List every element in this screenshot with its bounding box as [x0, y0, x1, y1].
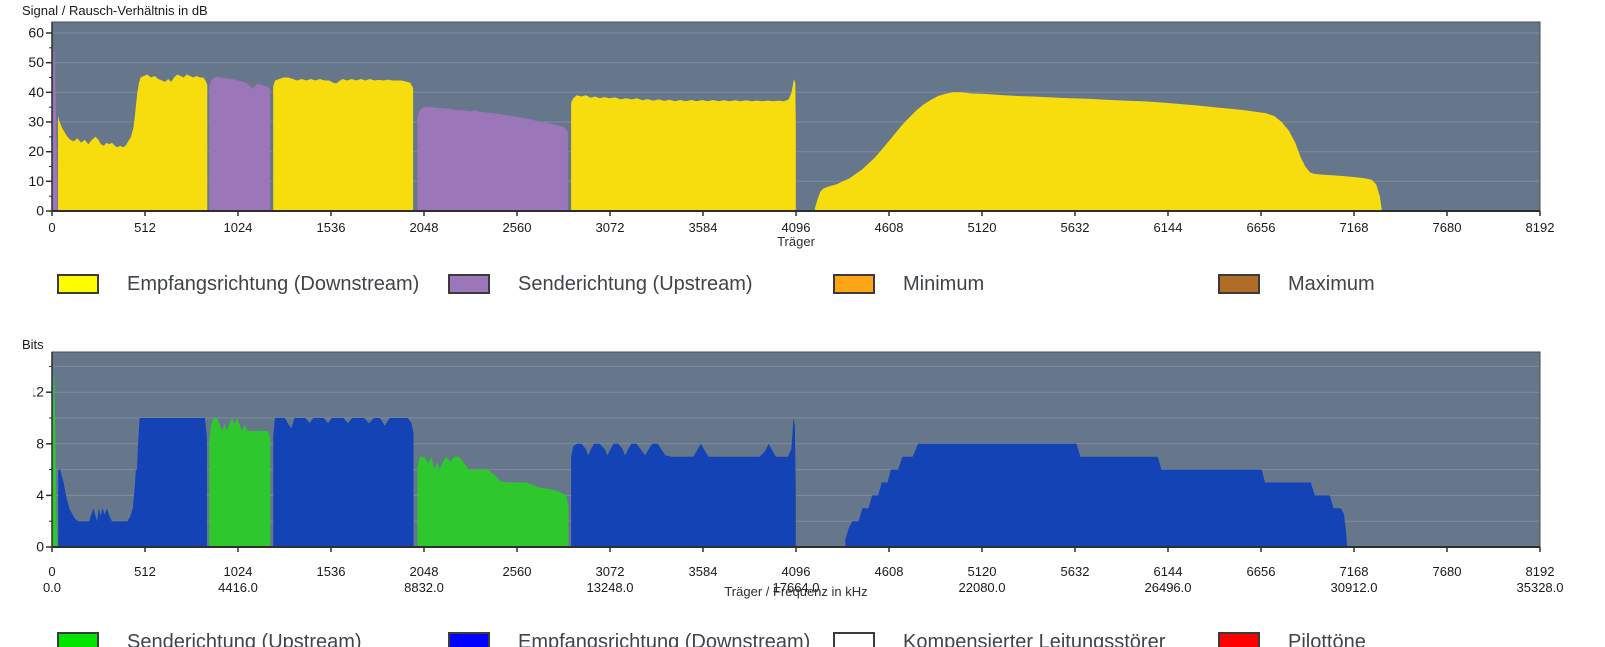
bits-freq-tick-label: 26496.0	[1145, 580, 1192, 595]
snr-x-tick-label: 6144	[1154, 220, 1183, 235]
bits-x-tick-label: 4096	[782, 564, 811, 579]
snr-empfangsrichtung-downstream-band-1	[273, 77, 414, 211]
dsl-spectrum-page: Signal / Rausch-Verhältnis in dB 0 512 102…	[0, 0, 1605, 647]
snr-y-tick-label: 0	[36, 203, 44, 219]
legend-item-maximum: Maximum	[1218, 272, 1375, 306]
bits-y-tick-label: 0	[36, 539, 44, 555]
bits-y-tick-label: 12	[28, 384, 44, 400]
bits-x-tick-label: 5632	[1061, 564, 1090, 579]
bits-x-tick-label: 4608	[875, 564, 904, 579]
bits-x-tick-label: 3072	[596, 564, 625, 579]
bits-freq-tick-label: 4416.0	[218, 580, 258, 595]
snr-x-tick-label: 3584	[689, 220, 718, 235]
snr-senderichtung-upstream-band-1	[209, 76, 270, 212]
legend-item-downstream-bits: Empfangsrichtung (Downstream)	[448, 630, 810, 647]
upstream-swatch	[448, 274, 490, 294]
snr-y-tick-label: 10	[28, 173, 44, 189]
bits-x-tick-label: 512	[134, 564, 156, 579]
legend-item-compensated-disturber: Kompensierter Leitungsstörer	[833, 630, 1165, 647]
snr-x-axis-title: Träger	[777, 234, 815, 249]
snr-legend: Empfangsrichtung (Downstream) Sendericht…	[0, 272, 1605, 306]
bits-freq-tick-label: 22080.0	[959, 580, 1006, 595]
legend-item-pilot-tones: Pilottöne	[1218, 630, 1366, 647]
bits-x-tick-label: 8192	[1526, 564, 1555, 579]
bits-x-tick-label: 2560	[503, 564, 532, 579]
snr-chart: 0 512 1024 1536 2048 2560 3072 3584 4096 4608 5120…	[28, 21, 1555, 249]
snr-x-tick-label: 7680	[1433, 220, 1462, 235]
snr-x-tick-label: 8192	[1526, 220, 1555, 235]
downstream-swatch	[57, 274, 99, 294]
legend-label: Senderichtung (Upstream)	[518, 273, 753, 295]
snr-y-tick-label: 40	[28, 84, 44, 100]
legend-item-upstream-bits: Senderichtung (Upstream)	[57, 630, 362, 647]
snr-x-tick-label: 2048	[410, 220, 439, 235]
bits-chart: 0 512 1024 1536 2048 2560 3072 3584 4096 4608 5120…	[28, 351, 1564, 599]
snr-x-tick-label: 1024	[224, 220, 253, 235]
compensated-disturber-swatch	[833, 632, 875, 647]
bits-x-tick-label: 7168	[1340, 564, 1369, 579]
snr-x-tick-label: 4608	[875, 220, 904, 235]
snr-x-tick-label: 0	[48, 220, 55, 235]
snr-x-tick-label: 5120	[968, 220, 997, 235]
snr-y-tick-label: 50	[28, 54, 44, 70]
bits-x-tick-label: 0	[48, 564, 55, 579]
maximum-swatch	[1218, 274, 1260, 294]
legend-item-minimum: Minimum	[833, 272, 984, 306]
snr-y-tick-label: 20	[28, 143, 44, 159]
snr-y-tick-label: 30	[28, 114, 44, 130]
bits-senderichtung-upstream-band-1	[209, 418, 271, 547]
bits-freq-tick-label: 13248.0	[587, 580, 634, 595]
bits-x-tick-label: 6144	[1154, 564, 1183, 579]
legend-label: Senderichtung (Upstream)	[127, 631, 362, 647]
legend-item-upstream-snr: Senderichtung (Upstream)	[448, 272, 753, 306]
bits-freq-tick-label: 8832.0	[404, 580, 444, 595]
snr-x-tick-label: 512	[134, 220, 156, 235]
snr-x-tick-label: 1536	[317, 220, 346, 235]
snr-x-tick-label: 3072	[596, 220, 625, 235]
bits-x-tick-label: 5120	[968, 564, 997, 579]
snr-x-tick-label: 7168	[1340, 220, 1369, 235]
snr-x-tick-label: 2560	[503, 220, 532, 235]
legend-label: Empfangsrichtung (Downstream)	[127, 273, 420, 295]
pilot-tones-swatch	[1218, 632, 1260, 647]
snr-x-tick-label: 4096	[782, 220, 811, 235]
bits-freq-tick-label: 35328.0	[1517, 580, 1564, 595]
bits-x-tick-label: 1024	[224, 564, 253, 579]
upstream-swatch	[57, 632, 99, 647]
legend-item-downstream-snr: Empfangsrichtung (Downstream)	[57, 272, 419, 306]
legend-label: Kompensierter Leitungsstörer	[903, 631, 1166, 647]
legend-label: Maximum	[1288, 273, 1375, 295]
minimum-swatch	[833, 274, 875, 294]
downstream-swatch	[448, 632, 490, 647]
bits-x-axis-title: Träger / Frequenz in kHz	[724, 584, 867, 599]
bits-y-label-group: 0 4 8 12	[28, 384, 44, 555]
bits-legend: Senderichtung (Upstream) Empfangsrichtun…	[0, 630, 1605, 647]
snr-x-tick-label: 5632	[1061, 220, 1090, 235]
bits-x-tick-label: 1536	[317, 564, 346, 579]
bits-x-tick-label: 2048	[410, 564, 439, 579]
legend-label: Pilottöne	[1288, 631, 1366, 647]
bits-freq-tick-label: 30912.0	[1331, 580, 1378, 595]
bits-freq-tick-label: 0.0	[43, 580, 61, 595]
bits-x-tick-label: 3584	[689, 564, 718, 579]
snr-x-tick-label: 6656	[1247, 220, 1276, 235]
bits-y-tick-label: 4	[36, 487, 44, 503]
bits-y-tick-label: 8	[36, 435, 44, 451]
bits-empfangsrichtung-downstream-band-1	[273, 418, 414, 547]
bits-x-tick-label: 6656	[1247, 564, 1276, 579]
legend-label: Empfangsrichtung (Downstream)	[518, 631, 811, 647]
bits-x-tick-label: 7680	[1433, 564, 1462, 579]
snr-y-tick-label: 60	[28, 25, 44, 41]
legend-label: Minimum	[903, 273, 985, 295]
